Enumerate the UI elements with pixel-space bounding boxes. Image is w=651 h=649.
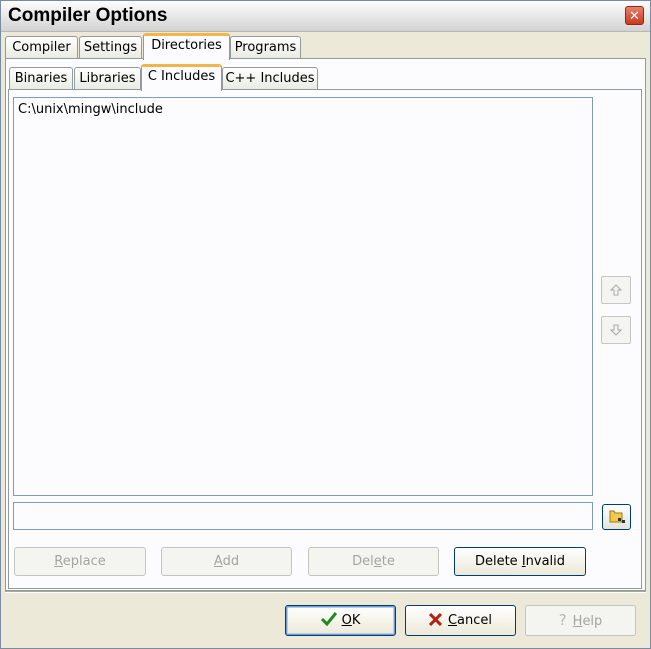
replace-button[interactable]: Replace	[14, 547, 146, 576]
tab-libraries[interactable]: Libraries	[74, 67, 141, 89]
move-down-button[interactable]	[601, 316, 631, 344]
sub-tab-strip: Binaries Libraries C Includes C++ Includ…	[9, 64, 639, 91]
dialog-title: Compiler Options	[8, 5, 168, 26]
browse-button[interactable]	[602, 504, 631, 530]
tab-settings[interactable]: Settings	[79, 36, 142, 58]
help-button[interactable]: ? Help	[525, 605, 636, 636]
cancel-button[interactable]: Cancel	[405, 605, 516, 636]
list-item[interactable]: C:\unix\mingw\include	[18, 102, 163, 117]
close-button[interactable]: ✕	[625, 6, 644, 25]
move-up-button[interactable]	[601, 276, 631, 304]
ok-button[interactable]: OK	[285, 605, 396, 636]
delete-button[interactable]: Delete	[308, 547, 439, 576]
tab-directories[interactable]: Directories	[143, 33, 230, 60]
directory-list[interactable]: C:\unix\mingw\include	[13, 97, 593, 496]
footer-divider	[5, 591, 646, 593]
main-tab-strip: Compiler Settings Directories Programs	[5, 33, 645, 60]
tab-programs[interactable]: Programs	[230, 36, 301, 58]
close-icon: ✕	[629, 9, 640, 24]
tab-cpp-includes[interactable]: C++ Includes	[222, 67, 318, 89]
up-arrow-icon	[609, 284, 623, 296]
directory-path-input[interactable]	[13, 502, 593, 530]
title-bar: Compiler Options ✕	[1, 1, 650, 32]
tab-binaries[interactable]: Binaries	[9, 67, 73, 89]
add-button[interactable]: Add	[161, 547, 292, 576]
compiler-options-dialog: Compiler Options ✕ Compiler Settings Dir…	[0, 0, 651, 649]
delete-invalid-button[interactable]: Delete Invalid	[454, 547, 586, 576]
tab-c-includes[interactable]: C Includes	[141, 64, 222, 91]
folder-icon	[609, 510, 625, 523]
down-arrow-icon	[609, 324, 623, 336]
question-icon: ?	[558, 611, 567, 629]
tab-compiler[interactable]: Compiler	[5, 36, 78, 58]
checkmark-icon	[320, 612, 337, 627]
x-icon	[428, 612, 443, 627]
